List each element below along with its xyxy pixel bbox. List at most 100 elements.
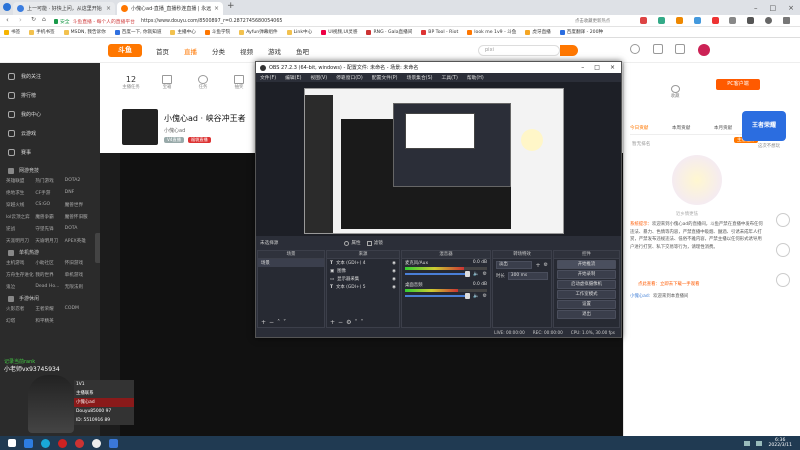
category-link[interactable]: 英雄联盟 — [6, 178, 35, 184]
category-link[interactable]: 逆战 — [6, 226, 35, 232]
slider-handle[interactable] — [465, 293, 471, 299]
category-link[interactable]: 怀旧游戏 — [65, 260, 94, 266]
category-link[interactable]: 和平精英 — [35, 318, 64, 324]
tab-today[interactable]: 今日贡献 — [630, 125, 648, 131]
studio-mode-button[interactable]: 工作室模式 — [557, 290, 616, 299]
menu-help[interactable]: 帮助(H) — [467, 74, 484, 81]
category-link[interactable]: 绝地求生 — [6, 190, 35, 196]
bookmark-item[interactable]: 主播中心 — [170, 29, 196, 35]
menu-file[interactable]: 文件(F) — [260, 74, 276, 81]
category-link[interactable]: 穿越火线 — [6, 202, 35, 208]
category-link[interactable]: DOTA — [65, 226, 94, 232]
nav-fishbar[interactable]: 鱼吧 — [296, 46, 309, 56]
source-item[interactable]: T 文本 (GDI+) 5 ◉ — [327, 283, 399, 291]
source-item[interactable]: ▣ 图像 ◉ — [327, 267, 399, 275]
browser-menu-icon[interactable] — [3, 3, 11, 11]
category-link[interactable]: 火影忍者 — [6, 306, 35, 312]
category-link[interactable]: CS:GO — [35, 202, 64, 208]
category-link[interactable]: 主机游戏 — [6, 260, 35, 266]
properties-button[interactable]: 属性 — [344, 240, 361, 246]
search-hint[interactable]: 点击收藏更新热点 — [575, 18, 610, 24]
extension-icon[interactable] — [657, 17, 665, 24]
scroll-icon[interactable] — [776, 243, 790, 257]
bookmark-item[interactable]: 手机书签 — [29, 29, 55, 35]
eye-icon[interactable]: ◉ — [392, 285, 396, 290]
stat-lottery[interactable]: 抽奖 — [228, 75, 250, 90]
remove-icon[interactable]: − — [269, 319, 277, 326]
category-link[interactable]: Dead Ho... — [35, 284, 64, 290]
home-icon[interactable]: ⌂ — [42, 16, 46, 23]
streamer-avatar[interactable] — [122, 109, 158, 145]
close-tab-icon[interactable]: × — [106, 5, 111, 12]
category-link[interactable]: 鬼泣 — [6, 284, 35, 290]
category-link[interactable]: 魔兽争霸 — [35, 214, 64, 220]
volume-slider[interactable] — [405, 271, 471, 277]
obs-preview[interactable] — [256, 82, 621, 236]
category-link[interactable]: DOTA2 — [65, 178, 94, 184]
douyu-logo[interactable]: 斗鱼 — [108, 44, 142, 57]
app2-icon[interactable] — [109, 438, 118, 448]
sidebar-item-cloud-game[interactable]: 云游戏 — [0, 124, 100, 143]
menu-icon[interactable] — [783, 17, 790, 24]
category-link[interactable]: 小助社区 — [35, 260, 64, 266]
notice-link[interactable]: 点此查看：立即去下载一手观看 — [638, 281, 699, 287]
speaker-icon[interactable]: 🔈 — [473, 271, 479, 277]
extension-icon[interactable] — [711, 17, 719, 24]
menu-tools[interactable]: 工具(T) — [442, 74, 458, 81]
category-link[interactable]: 无限法则 — [65, 284, 94, 290]
menu-profile[interactable]: 配置文件(P) — [372, 74, 398, 81]
stat-mission[interactable]: 任务 — [192, 75, 214, 90]
category-link[interactable]: 热门游戏 — [35, 178, 64, 184]
category-link[interactable]: 魔兽怀旧服 — [65, 214, 94, 220]
close-window-icon[interactable]: × — [788, 4, 794, 12]
category-link[interactable]: 单机游戏 — [65, 272, 94, 278]
nav-game[interactable]: 游戏 — [268, 46, 281, 56]
nav-video[interactable]: 视频 — [240, 46, 253, 56]
eye-icon[interactable]: ◉ — [392, 269, 396, 274]
category-link[interactable]: 方舟生存进化 — [6, 272, 35, 278]
source-item[interactable]: ▭ 显示器采集 ◉ — [327, 275, 399, 283]
bookmark-item[interactable]: UI视频,UI灵感 — [321, 29, 357, 35]
speaker-icon[interactable]: 🔈 — [473, 293, 479, 299]
user-avatar[interactable] — [697, 44, 710, 56]
category-link[interactable]: 天涯明月刀 — [6, 238, 35, 244]
minimize-icon[interactable]: – — [754, 4, 758, 12]
sidebar-collapse-handle[interactable] — [95, 233, 100, 263]
room-tag[interactable]: V4直播 — [164, 137, 184, 143]
nav-category[interactable]: 分类 — [212, 46, 225, 56]
category-link[interactable]: 魔兽世界 — [65, 202, 94, 208]
maximize-icon[interactable]: □ — [770, 4, 777, 12]
category-link[interactable]: 天谕明月刀 — [35, 238, 64, 244]
back-icon[interactable]: ‹ — [6, 16, 9, 24]
gear-icon[interactable]: ⚙ — [544, 262, 548, 268]
gear-icon[interactable]: ⚙ — [483, 293, 487, 299]
category-link[interactable]: 我的世界 — [35, 272, 64, 278]
tab-week[interactable]: 本周贡献 — [672, 125, 690, 131]
minimize-icon[interactable]: – — [581, 64, 584, 71]
pc-client-button[interactable]: PC客户端 — [716, 79, 760, 90]
extension-icon[interactable] — [675, 17, 683, 24]
eye-icon[interactable]: ◉ — [392, 277, 396, 282]
chat-username[interactable]: 小傀心ad: — [630, 293, 650, 299]
profile-icon[interactable] — [765, 17, 773, 24]
category-link[interactable]: 幻塔 — [6, 318, 35, 324]
filters-button[interactable]: 滤镜 — [366, 240, 383, 246]
stat-chest[interactable]: 宝箱 — [156, 75, 178, 90]
scene-item[interactable]: 场景 — [258, 259, 324, 267]
app-icon[interactable] — [75, 438, 84, 448]
browser-tab-1[interactable]: 上一可能 · 好快上问，从这里开始 × — [13, 2, 115, 15]
virtual-camera-button[interactable]: 启动虚拟摄像机 — [557, 280, 616, 289]
bookmark-item[interactable]: 百度一下, 你就知道 — [114, 29, 161, 35]
category-link[interactable]: 王者荣耀 — [35, 306, 64, 312]
search-button[interactable] — [560, 45, 578, 56]
edge-icon[interactable] — [41, 438, 50, 448]
category-link[interactable]: lol云顶之弈 — [6, 214, 35, 220]
search-input[interactable]: pixi — [478, 45, 560, 56]
scroll-icon[interactable] — [776, 273, 790, 287]
menu-scene-collection[interactable]: 场景集合(S) — [407, 74, 433, 81]
duration-input[interactable]: 300 ms — [507, 272, 548, 280]
message-icon[interactable] — [675, 44, 686, 54]
new-tab-button[interactable]: + — [227, 1, 235, 11]
game-badge[interactable]: 王者荣耀 — [742, 111, 786, 141]
remove-icon[interactable]: − — [338, 319, 346, 326]
